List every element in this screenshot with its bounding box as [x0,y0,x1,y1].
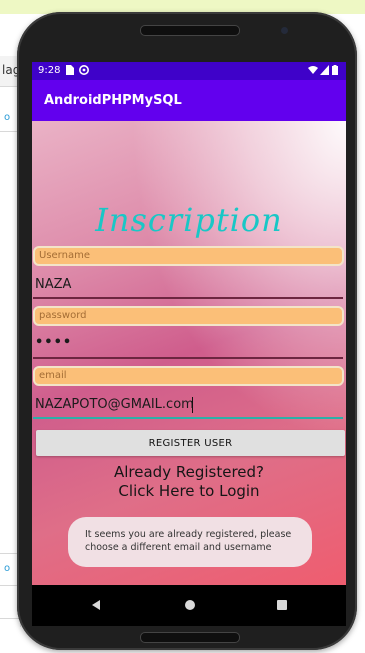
register-user-button[interactable]: REGISTER USER [36,430,345,456]
login-link-line1[interactable]: Already Registered? [32,463,346,481]
status-time: 9:28 [38,65,61,76]
speaker-grille-top [140,25,240,36]
battery-icon [332,65,338,78]
app-toolbar: AndroidPHPMySQL [32,80,346,121]
front-camera [281,27,288,34]
speaker-grille-bottom [140,632,240,643]
toast-line1: It seems you are already registered, ple… [85,529,292,540]
form-heading: Inscription [95,201,283,239]
navigation-bar [32,585,346,626]
text-cursor [192,397,193,413]
recents-icon[interactable] [277,600,287,610]
status-bar: 9:28 [32,62,346,80]
signal-icon [320,65,329,78]
ide-marker-top: o [4,112,11,123]
email-label: email [33,366,344,386]
emulator-phone-frame: 9:28 AndroidPHPMySQL Inscription Usernam… [17,12,357,650]
password-underline [33,357,343,359]
password-input[interactable]: •••• [35,335,72,350]
email-underline [33,417,343,419]
back-icon[interactable] [92,600,100,610]
toast-line2: choose a different email and username [85,542,272,553]
toast-message: It seems you are already registered, ple… [68,517,312,567]
app-title: AndroidPHPMySQL [44,93,182,108]
password-label: password [33,306,344,326]
ide-divider [0,618,20,619]
notification-icon [79,65,89,78]
home-icon[interactable] [185,600,195,610]
sim-icon [66,65,74,78]
username-label: Username [33,246,344,266]
login-link-line2[interactable]: Click Here to Login [32,482,346,500]
wifi-icon [308,65,318,78]
email-input[interactable]: NAZAPOTO@GMAIL.com [35,397,194,412]
username-input[interactable]: NAZA [35,277,71,292]
registration-form: Inscription Username NAZA password •••• … [32,121,346,585]
phone-screen: 9:28 AndroidPHPMySQL Inscription Usernam… [32,62,346,626]
ide-marker-bottom: o [4,563,11,574]
username-underline [33,297,343,299]
